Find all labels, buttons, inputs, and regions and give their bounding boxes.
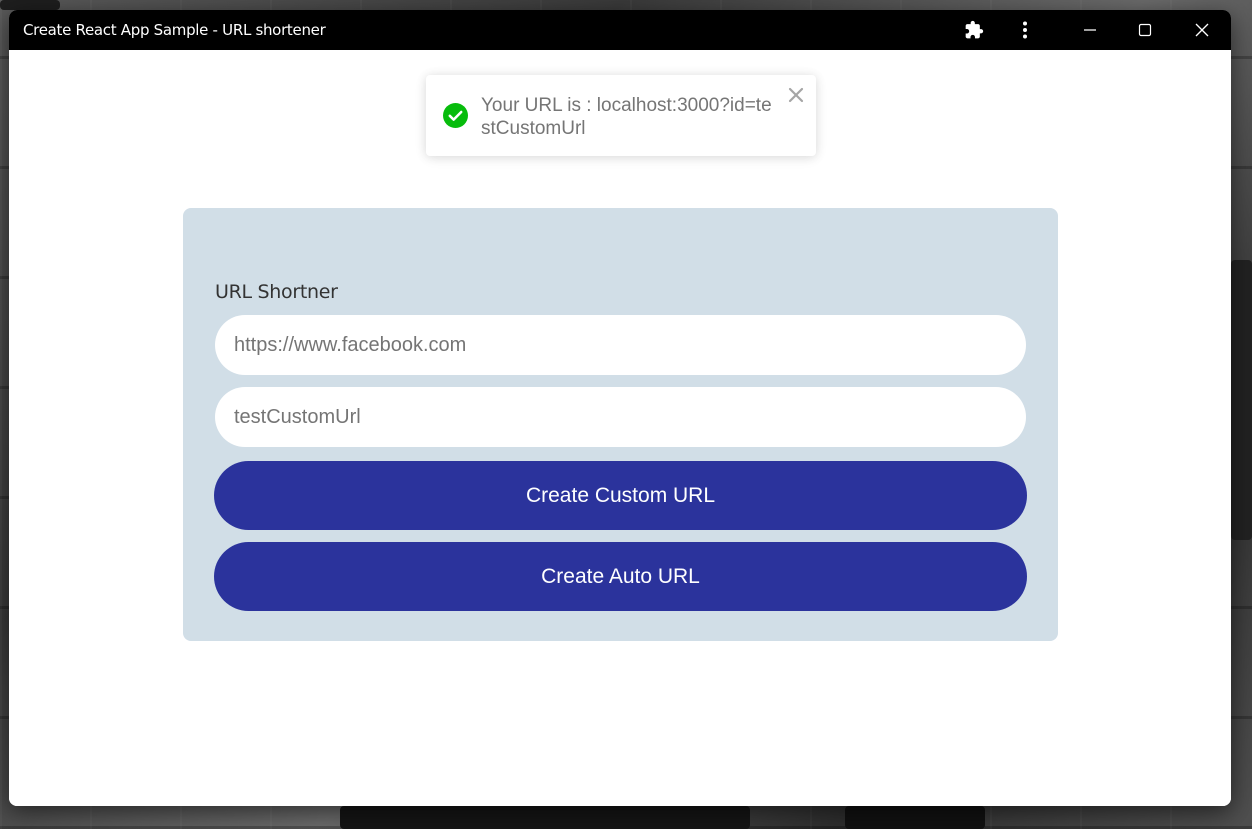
title-bar: Create React App Sample - URL shortener	[9, 10, 1231, 50]
maximize-icon	[1138, 23, 1152, 37]
minimize-icon	[1084, 29, 1096, 31]
toast-message: Your URL is : localhost:3000?id=testCust…	[481, 95, 772, 139]
minimize-button[interactable]	[1067, 10, 1113, 50]
puzzle-icon	[965, 20, 984, 39]
window-title: Create React App Sample - URL shortener	[23, 21, 326, 39]
more-options-button[interactable]	[1010, 10, 1040, 50]
url-shortener-card: URL Shortner https://www.facebook.com te…	[183, 208, 1058, 641]
more-vertical-icon	[1023, 21, 1027, 39]
close-icon	[1195, 23, 1209, 37]
create-custom-url-button[interactable]: Create Custom URL	[214, 461, 1027, 530]
url-input[interactable]: https://www.facebook.com	[215, 315, 1026, 375]
create-auto-url-button[interactable]: Create Auto URL	[214, 542, 1027, 611]
wallpaper-shape	[340, 806, 750, 829]
custom-id-input[interactable]: testCustomUrl	[215, 387, 1026, 447]
success-check-icon	[443, 103, 468, 128]
extensions-button[interactable]	[959, 10, 989, 50]
close-window-button[interactable]	[1179, 10, 1225, 50]
wallpaper-shape	[1231, 260, 1252, 540]
toast-close-icon[interactable]	[787, 86, 805, 104]
browser-app-window: Create React App Sample - URL shortener	[9, 10, 1231, 806]
wallpaper-shape	[845, 806, 985, 829]
page-content: Your URL is : localhost:3000?id=testCust…	[9, 50, 1231, 806]
form-label: URL Shortner	[215, 281, 338, 303]
success-toast[interactable]: Your URL is : localhost:3000?id=testCust…	[426, 75, 816, 156]
wallpaper-shape	[0, 0, 60, 10]
maximize-button[interactable]	[1122, 10, 1168, 50]
